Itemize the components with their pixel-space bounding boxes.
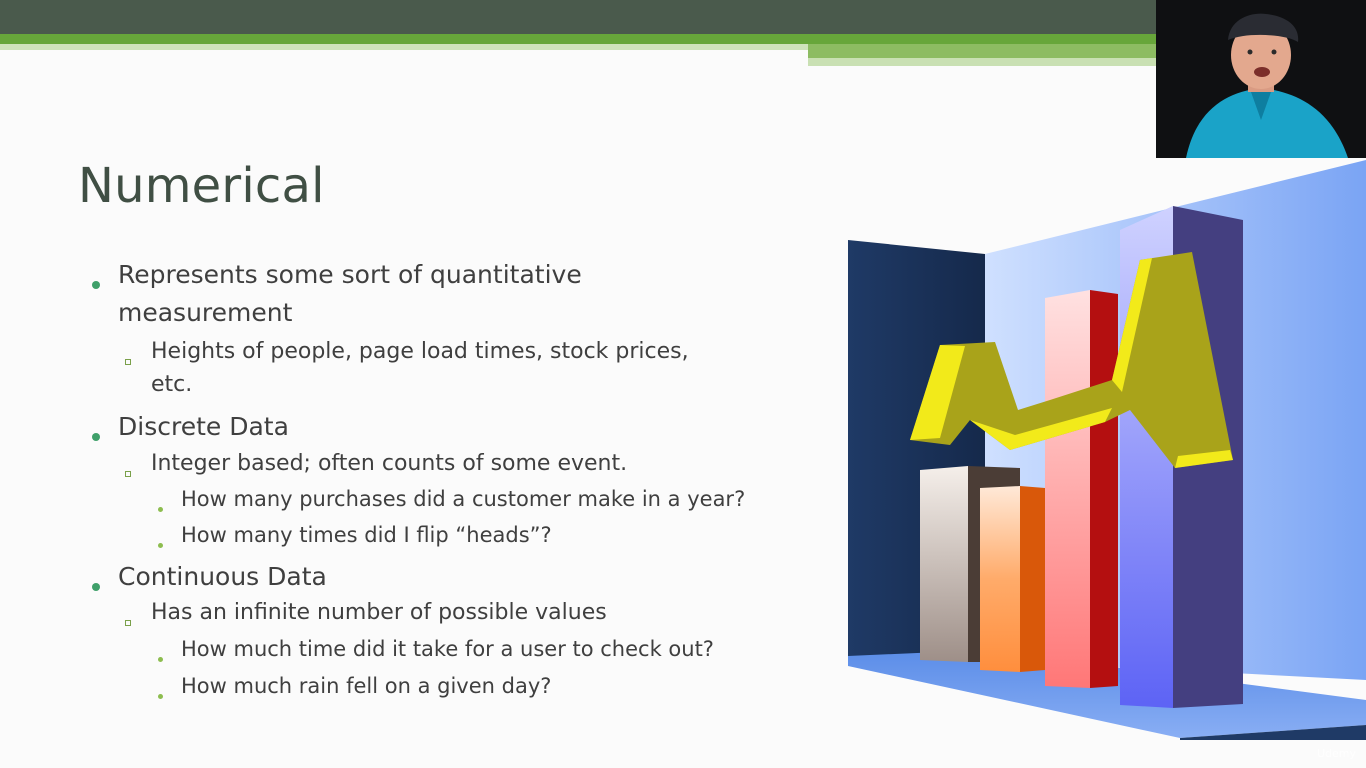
bullet-marker-level2 — [125, 471, 131, 477]
3d-bar-chart-clipart-icon — [848, 160, 1366, 740]
bullet-marker-level2 — [125, 359, 131, 365]
bullet-text-level2: Integer based; often counts of some even… — [151, 451, 628, 476]
slide-header-light-stripe — [0, 44, 808, 50]
bullet-text-level3: How many times did I flip “heads”? — [181, 523, 552, 547]
presenter-webcam — [1156, 0, 1366, 158]
udemy-watermark-text: Udemy — [1316, 747, 1356, 760]
bullet-text-level1: Represents some sort of quantitative — [118, 260, 582, 289]
presenter-webcam-icon — [1156, 0, 1366, 158]
udemy-logo-icon: Udemy — [1317, 747, 1356, 760]
bullet-text-level1: measurement — [118, 298, 293, 327]
slide-title: Numerical — [78, 158, 325, 214]
bullet-marker-level3 — [158, 657, 163, 662]
bullet-marker-level3 — [158, 507, 163, 512]
bullet-text-level3: How much rain fell on a given day? — [181, 674, 552, 698]
bullet-marker-level1 — [92, 281, 100, 289]
bullet-text-level1: Continuous Data — [118, 562, 327, 591]
bullet-marker-level1 — [92, 583, 100, 591]
bullet-text-level3: How much time did it take for a user to … — [181, 637, 714, 661]
bullet-text-level1: Discrete Data — [118, 412, 289, 441]
bullet-text-level2: etc. — [151, 372, 193, 397]
bullet-text-level3: How many purchases did a customer make i… — [181, 487, 746, 511]
bullet-text-level2: Has an infinite number of possible value… — [151, 600, 607, 625]
bullet-marker-level3 — [158, 694, 163, 699]
bullet-marker-level1 — [92, 433, 100, 441]
bullet-marker-level3 — [158, 543, 163, 548]
bullet-text-level2: Heights of people, page load times, stoc… — [151, 339, 689, 364]
bullet-marker-level2 — [125, 620, 131, 626]
